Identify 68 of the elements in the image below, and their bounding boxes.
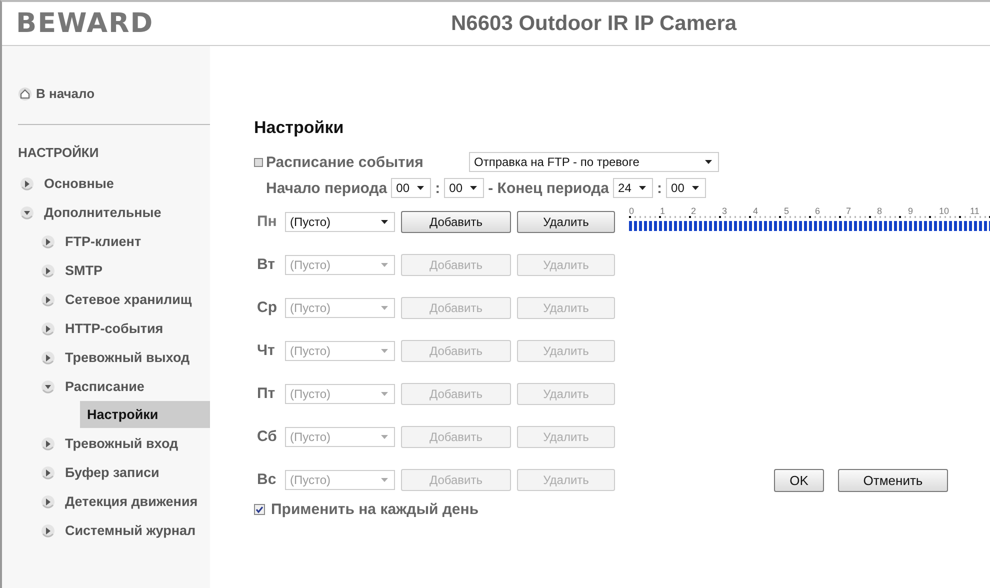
time-separator: :: [657, 180, 662, 196]
caret-icon: [705, 160, 712, 164]
hour-label: 0: [629, 206, 636, 216]
logo: BEWARD: [16, 8, 155, 39]
hour-label: 2: [691, 206, 698, 216]
event-label: Расписание события: [266, 154, 424, 170]
hour-label: 6: [815, 206, 822, 216]
hour-label: 10: [939, 206, 950, 216]
sidebar-item[interactable]: FTP-клиент: [2, 227, 210, 256]
window-title: N6603 Outdoor IR IP Camera: [451, 12, 737, 36]
checkbox[interactable]: [254, 504, 265, 515]
sidebar-item[interactable]: Настройки: [80, 401, 210, 428]
hour-label: 9: [908, 206, 914, 216]
day-dropdown[interactable]: (Пусто): [285, 212, 395, 232]
sidebar-item[interactable]: Тревожный выход: [2, 343, 210, 372]
caret-icon: [381, 348, 388, 352]
hour-label: 1: [660, 206, 666, 216]
hour-label: 7: [846, 206, 852, 216]
day-label: Сб: [257, 428, 278, 445]
ok-button[interactable]: OK: [774, 469, 824, 492]
sidebar-item[interactable]: Дополнительные: [2, 198, 210, 227]
time-separator: :: [435, 180, 440, 196]
caret-icon: [381, 220, 388, 224]
section-heading: НАСТРОЙКИ: [18, 145, 100, 160]
sidebar-item[interactable]: HTTP-события: [2, 314, 210, 343]
caret-icon: [381, 478, 388, 482]
hour-label: 11: [970, 206, 980, 216]
period-end-label: - Конец периода: [488, 180, 610, 196]
day-label: Пт: [257, 385, 276, 402]
sidebar-item[interactable]: Детекция движения: [2, 487, 210, 516]
hour-label: 4: [753, 206, 760, 216]
caret-icon: [417, 186, 424, 190]
home-icon: [18, 86, 32, 100]
square-bullet-icon: [254, 158, 263, 166]
caret-icon: [381, 392, 388, 396]
sidebar-item[interactable]: Тревожный вход: [2, 429, 210, 458]
minute-dropdown[interactable]: 00: [666, 178, 706, 198]
hour-dropdown[interactable]: 00: [391, 178, 432, 198]
sidebar-item[interactable]: Буфер записи: [2, 458, 210, 487]
home-link[interactable]: В начало: [18, 86, 210, 101]
sidebar-item[interactable]: Сетевое хранилищ: [2, 285, 210, 314]
cancel-button[interactable]: Отменить: [838, 469, 948, 492]
day-label: Чт: [257, 342, 276, 359]
caret-icon: [381, 306, 388, 310]
add-button[interactable]: Добавить: [401, 210, 511, 232]
sidebar-item[interactable]: Системный журнал: [2, 516, 210, 545]
caret-icon: [692, 186, 700, 190]
page-heading: Настройки: [254, 118, 345, 138]
apply-every-day-label: Применить на каждый день: [271, 501, 479, 518]
period-start-label: Начало периода: [266, 180, 388, 196]
day-label: Пн: [257, 213, 278, 230]
sidebar-item[interactable]: Расписание: [2, 372, 210, 401]
sidebar-item[interactable]: Основные: [2, 169, 210, 198]
caret-icon: [381, 262, 388, 266]
minute-dropdown[interactable]: 00: [444, 178, 484, 198]
caret-icon: [639, 186, 646, 190]
day-label: Ср: [257, 299, 278, 316]
hour-dropdown[interactable]: 24: [613, 178, 654, 198]
caret-icon: [470, 186, 478, 190]
sidebar-item[interactable]: SMTP: [2, 256, 210, 285]
day-label: Вс: [257, 471, 278, 488]
hour-label: 5: [784, 206, 790, 216]
caret-icon: [381, 434, 388, 438]
hour-label: 3: [722, 206, 728, 216]
event-dropdown[interactable]: Отправка на FTP - по тревоге: [469, 152, 719, 172]
delete-button[interactable]: Удалить: [517, 210, 615, 232]
day-label: Вт: [257, 256, 276, 273]
hour-label: 8: [877, 206, 884, 216]
